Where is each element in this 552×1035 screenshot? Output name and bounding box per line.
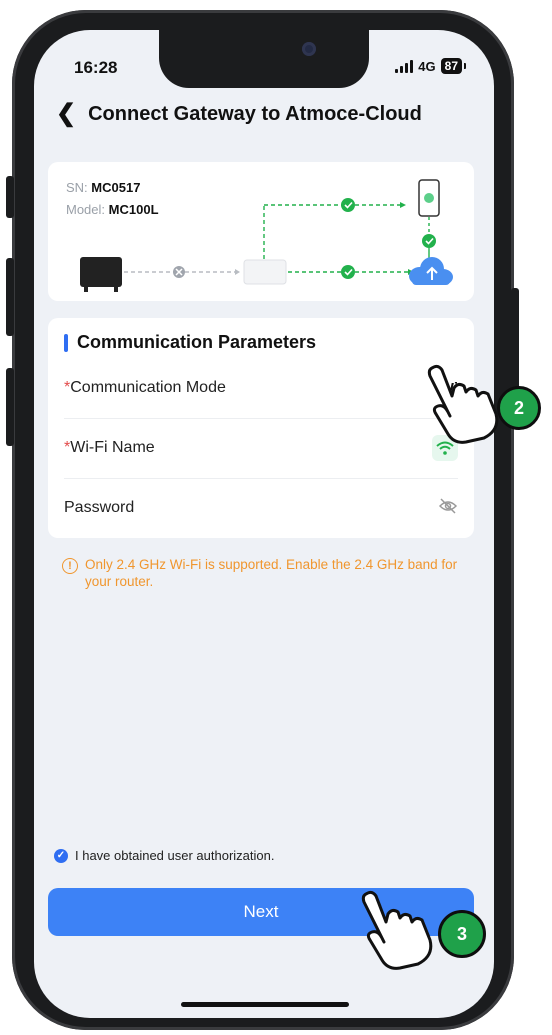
wifi-name-label: *Wi-Fi Name (64, 439, 155, 456)
status-time: 16:28 (74, 58, 118, 77)
warning-icon: ! (62, 558, 78, 574)
connection-diagram (80, 179, 453, 292)
inverter-icon (80, 257, 122, 292)
disconnected-icon (173, 266, 185, 278)
volume-up-button (6, 258, 14, 336)
section-header: Communication Parameters (64, 332, 316, 353)
home-indicator (181, 1002, 349, 1007)
step-badge-3: 3 (438, 910, 486, 958)
device-card: SN: MC0517 Model: MC100L (48, 162, 474, 301)
section-accent-bar (64, 333, 68, 352)
checkbox-checked-icon[interactable]: ✓ (54, 848, 68, 863)
communication-mode-row[interactable]: *Communication Mode Wi (64, 358, 458, 418)
volume-down-button (6, 368, 14, 446)
frequency-notice: ! Only 2.4 GHz Wi-Fi is supported. Enabl… (62, 556, 462, 590)
tap-hand-icon (427, 364, 499, 444)
check-icon (341, 198, 355, 212)
silent-switch (6, 176, 14, 218)
phone-screen: 16:28 4G 87 ❮ Connect Gateway to Atmoce-… (34, 30, 494, 1018)
dynamic-island (159, 30, 369, 88)
cloud-icon (409, 257, 453, 285)
notice-text: Only 2.4 GHz Wi-Fi is supported. Enable … (85, 557, 458, 589)
page-title: Connect Gateway to Atmoce-Cloud (88, 102, 422, 125)
communication-params-card: Communication Parameters *Communication … (48, 318, 474, 538)
password-row[interactable]: Password (64, 478, 458, 538)
check-icon (341, 265, 355, 279)
step-badge-2: 2 (497, 386, 541, 430)
password-label: Password (64, 499, 135, 516)
network-label: 4G (418, 58, 436, 74)
consent-text: I have obtained user authorization. (75, 848, 275, 863)
app-header: ❮ Connect Gateway to Atmoce-Cloud (56, 102, 422, 126)
back-icon[interactable]: ❮ (56, 102, 76, 126)
gateway-icon (243, 259, 287, 285)
check-icon (422, 234, 436, 248)
wifi-name-row[interactable]: *Wi-Fi Name (64, 418, 458, 478)
eye-off-icon[interactable] (438, 497, 458, 519)
section-title: Communication Parameters (77, 332, 317, 352)
phone-icon (418, 179, 440, 217)
tap-hand-icon (361, 890, 433, 970)
authorization-consent[interactable]: ✓ I have obtained user authorization. (54, 848, 274, 863)
camera-icon (302, 42, 316, 56)
battery-icon: 87 (440, 58, 467, 74)
signal-icon (395, 59, 414, 73)
communication-mode-label: *Communication Mode (64, 379, 226, 396)
status-indicators: 4G 87 (395, 58, 467, 74)
